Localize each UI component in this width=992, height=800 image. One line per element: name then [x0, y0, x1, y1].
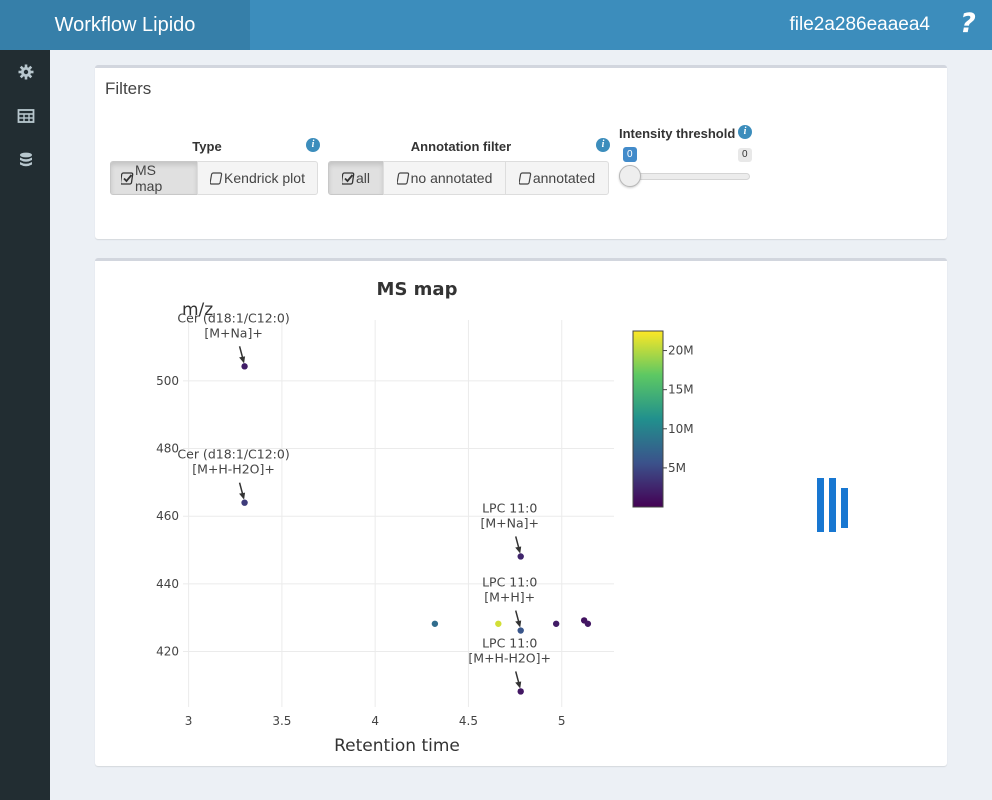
- annotation-name: LPC 11:0: [482, 635, 537, 650]
- colorbar-tick-label: 5M: [668, 461, 686, 475]
- data-point[interactable]: [495, 620, 502, 627]
- x-tick-label: 5: [558, 714, 566, 728]
- data-point[interactable]: [241, 499, 248, 506]
- x-axis-label: Retention time: [334, 736, 460, 756]
- annotation-name: Cer (d18:1/C12:0): [177, 310, 289, 325]
- data-point[interactable]: [431, 620, 439, 627]
- annotation-name: Cer (d18:1/C12:0): [177, 447, 289, 462]
- annotation-adduct: [M+Na]+: [480, 515, 539, 530]
- data-point[interactable]: [517, 627, 524, 634]
- y-tick-label: 480: [156, 442, 179, 456]
- annotation-adduct: [M+H]+: [484, 590, 535, 605]
- annotation-arrowhead: [239, 356, 246, 364]
- x-tick-label: 3.5: [272, 714, 291, 728]
- data-point[interactable]: [517, 553, 524, 560]
- colorbar: [632, 330, 664, 508]
- chart-title: MS map: [377, 279, 458, 300]
- annotation-arrowhead: [239, 492, 246, 500]
- annotation-adduct: [M+Na]+: [204, 325, 263, 340]
- y-tick-label: 460: [156, 509, 179, 523]
- annotation-name: LPC 11:0: [482, 500, 537, 515]
- ms-map-chart: 3 3.5 4 4.5 5420440460480500 MS map m/z Rete…: [156, 279, 694, 756]
- annotation-arrowhead: [515, 681, 522, 689]
- x-tick-label: 4.5: [459, 714, 478, 728]
- annotation-arrowhead: [515, 546, 522, 554]
- axis-ticks: 3 3.5 4 4.5 5 420 440 460 480 500: [156, 374, 565, 728]
- colorbar-tick-label: 15M: [668, 383, 694, 397]
- annotations: Cer (d18:1/C12:0)[M+Na]+Cer (d18:1/C12:0…: [177, 310, 551, 689]
- data-point[interactable]: [241, 363, 248, 370]
- annotation-adduct: [M+H-H2O]+: [192, 462, 275, 477]
- annotation-adduct: [M+H-H2O]+: [468, 650, 551, 665]
- x-tick-label: 4: [371, 714, 379, 728]
- colorbar-tick-label: 10M: [668, 422, 694, 436]
- y-tick-label: 500: [156, 374, 179, 388]
- data-point[interactable]: [552, 620, 560, 627]
- annotation-arrowhead: [515, 620, 522, 628]
- grid: [183, 320, 614, 707]
- colorbar-ticks: 5M 10M 15M 20M: [663, 344, 694, 475]
- data-point[interactable]: [517, 688, 524, 695]
- annotation-name: LPC 11:0: [482, 575, 537, 590]
- data-point[interactable]: [584, 620, 592, 627]
- y-tick-label: 440: [156, 577, 179, 591]
- modebar-icon[interactable]: [817, 478, 851, 534]
- colorbar-tick-label: 20M: [668, 344, 694, 358]
- x-tick-label: 3: [185, 714, 193, 728]
- y-tick-label: 420: [156, 645, 179, 659]
